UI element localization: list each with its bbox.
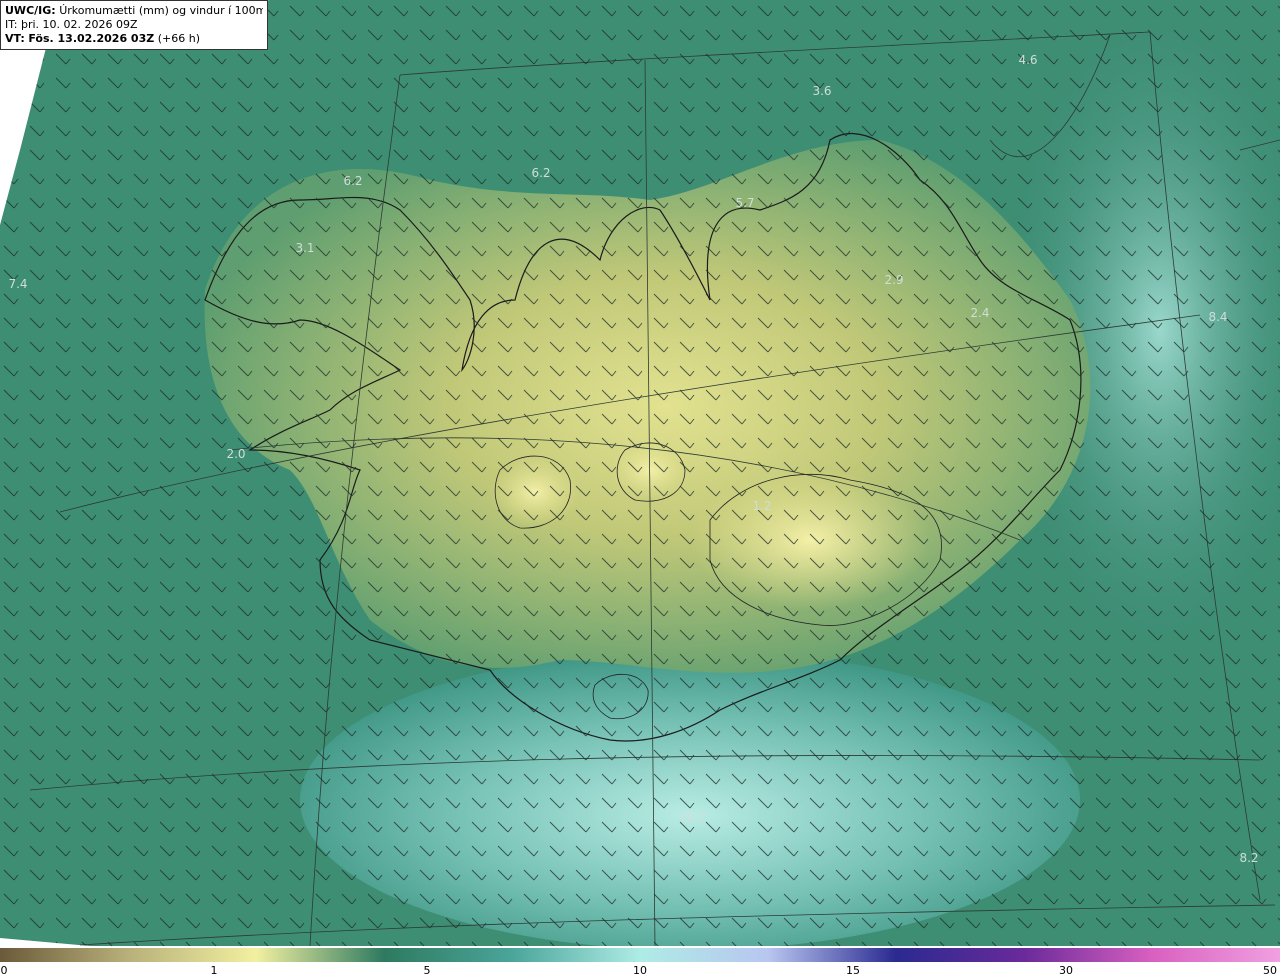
colorbar-tick: 30	[1059, 964, 1073, 977]
header-info-box: UWC/IG: Úrkomumætti (mm) og vindur í 100…	[0, 0, 268, 50]
colorbar-tick: 1	[210, 964, 218, 977]
init-time-value: þri. 10. 02. 2026 09Z	[20, 18, 138, 31]
map-canvas[interactable]	[0, 0, 1280, 946]
map-value-label: 4.6	[1018, 53, 1038, 67]
colorbar-tick: 0	[0, 964, 8, 977]
map-view[interactable]: 4.6 3.6 6.2 6.2 5.7 3.1 7.4 2.9 2.4 8.4 …	[0, 0, 1280, 978]
valid-time-line: VT: Fös. 13.02.2026 03Z (+66 h)	[5, 32, 263, 46]
colorbar-legend: 0 1 5 10 15 30 50	[0, 946, 1280, 978]
map-value-label: 2.0	[226, 447, 246, 461]
map-value-label: 20.7	[679, 811, 707, 825]
colorbar-tick: 5	[423, 964, 431, 977]
init-time-label: IT:	[5, 18, 18, 31]
wind-barbs	[0, 0, 1280, 946]
forecast-hour: (+66 h)	[157, 32, 200, 45]
map-value-label: 6.2	[531, 166, 551, 180]
valid-time-value: Fös. 13.02.2026 03Z	[28, 32, 155, 45]
map-value-label: 2.4	[970, 306, 990, 320]
colorbar	[0, 948, 1280, 962]
colorbar-tick: 50	[1263, 964, 1277, 977]
colorbar-tick: 15	[846, 964, 860, 977]
map-value-label: 2.9	[884, 273, 904, 287]
map-value-label: 3.6	[812, 84, 832, 98]
field-title: Úrkomumætti (mm) og vindur í 100m hæð	[59, 4, 263, 17]
colorbar-tick: 10	[633, 964, 647, 977]
model-prefix: UWC/IG:	[5, 4, 56, 17]
map-value-label: 7.4	[8, 277, 28, 291]
valid-time-label: VT:	[5, 32, 25, 45]
header-title-line: UWC/IG: Úrkomumætti (mm) og vindur í 100…	[5, 4, 263, 18]
map-value-label: 6.2	[343, 174, 363, 188]
map-value-label: 3.1	[295, 241, 315, 255]
map-value-label: 8.2	[1239, 851, 1259, 865]
map-value-label: 5.7	[735, 196, 755, 210]
map-value-label: 1.2	[752, 499, 772, 513]
init-time-line: IT: þri. 10. 02. 2026 09Z	[5, 18, 263, 32]
map-value-label: 8.4	[1208, 310, 1228, 324]
